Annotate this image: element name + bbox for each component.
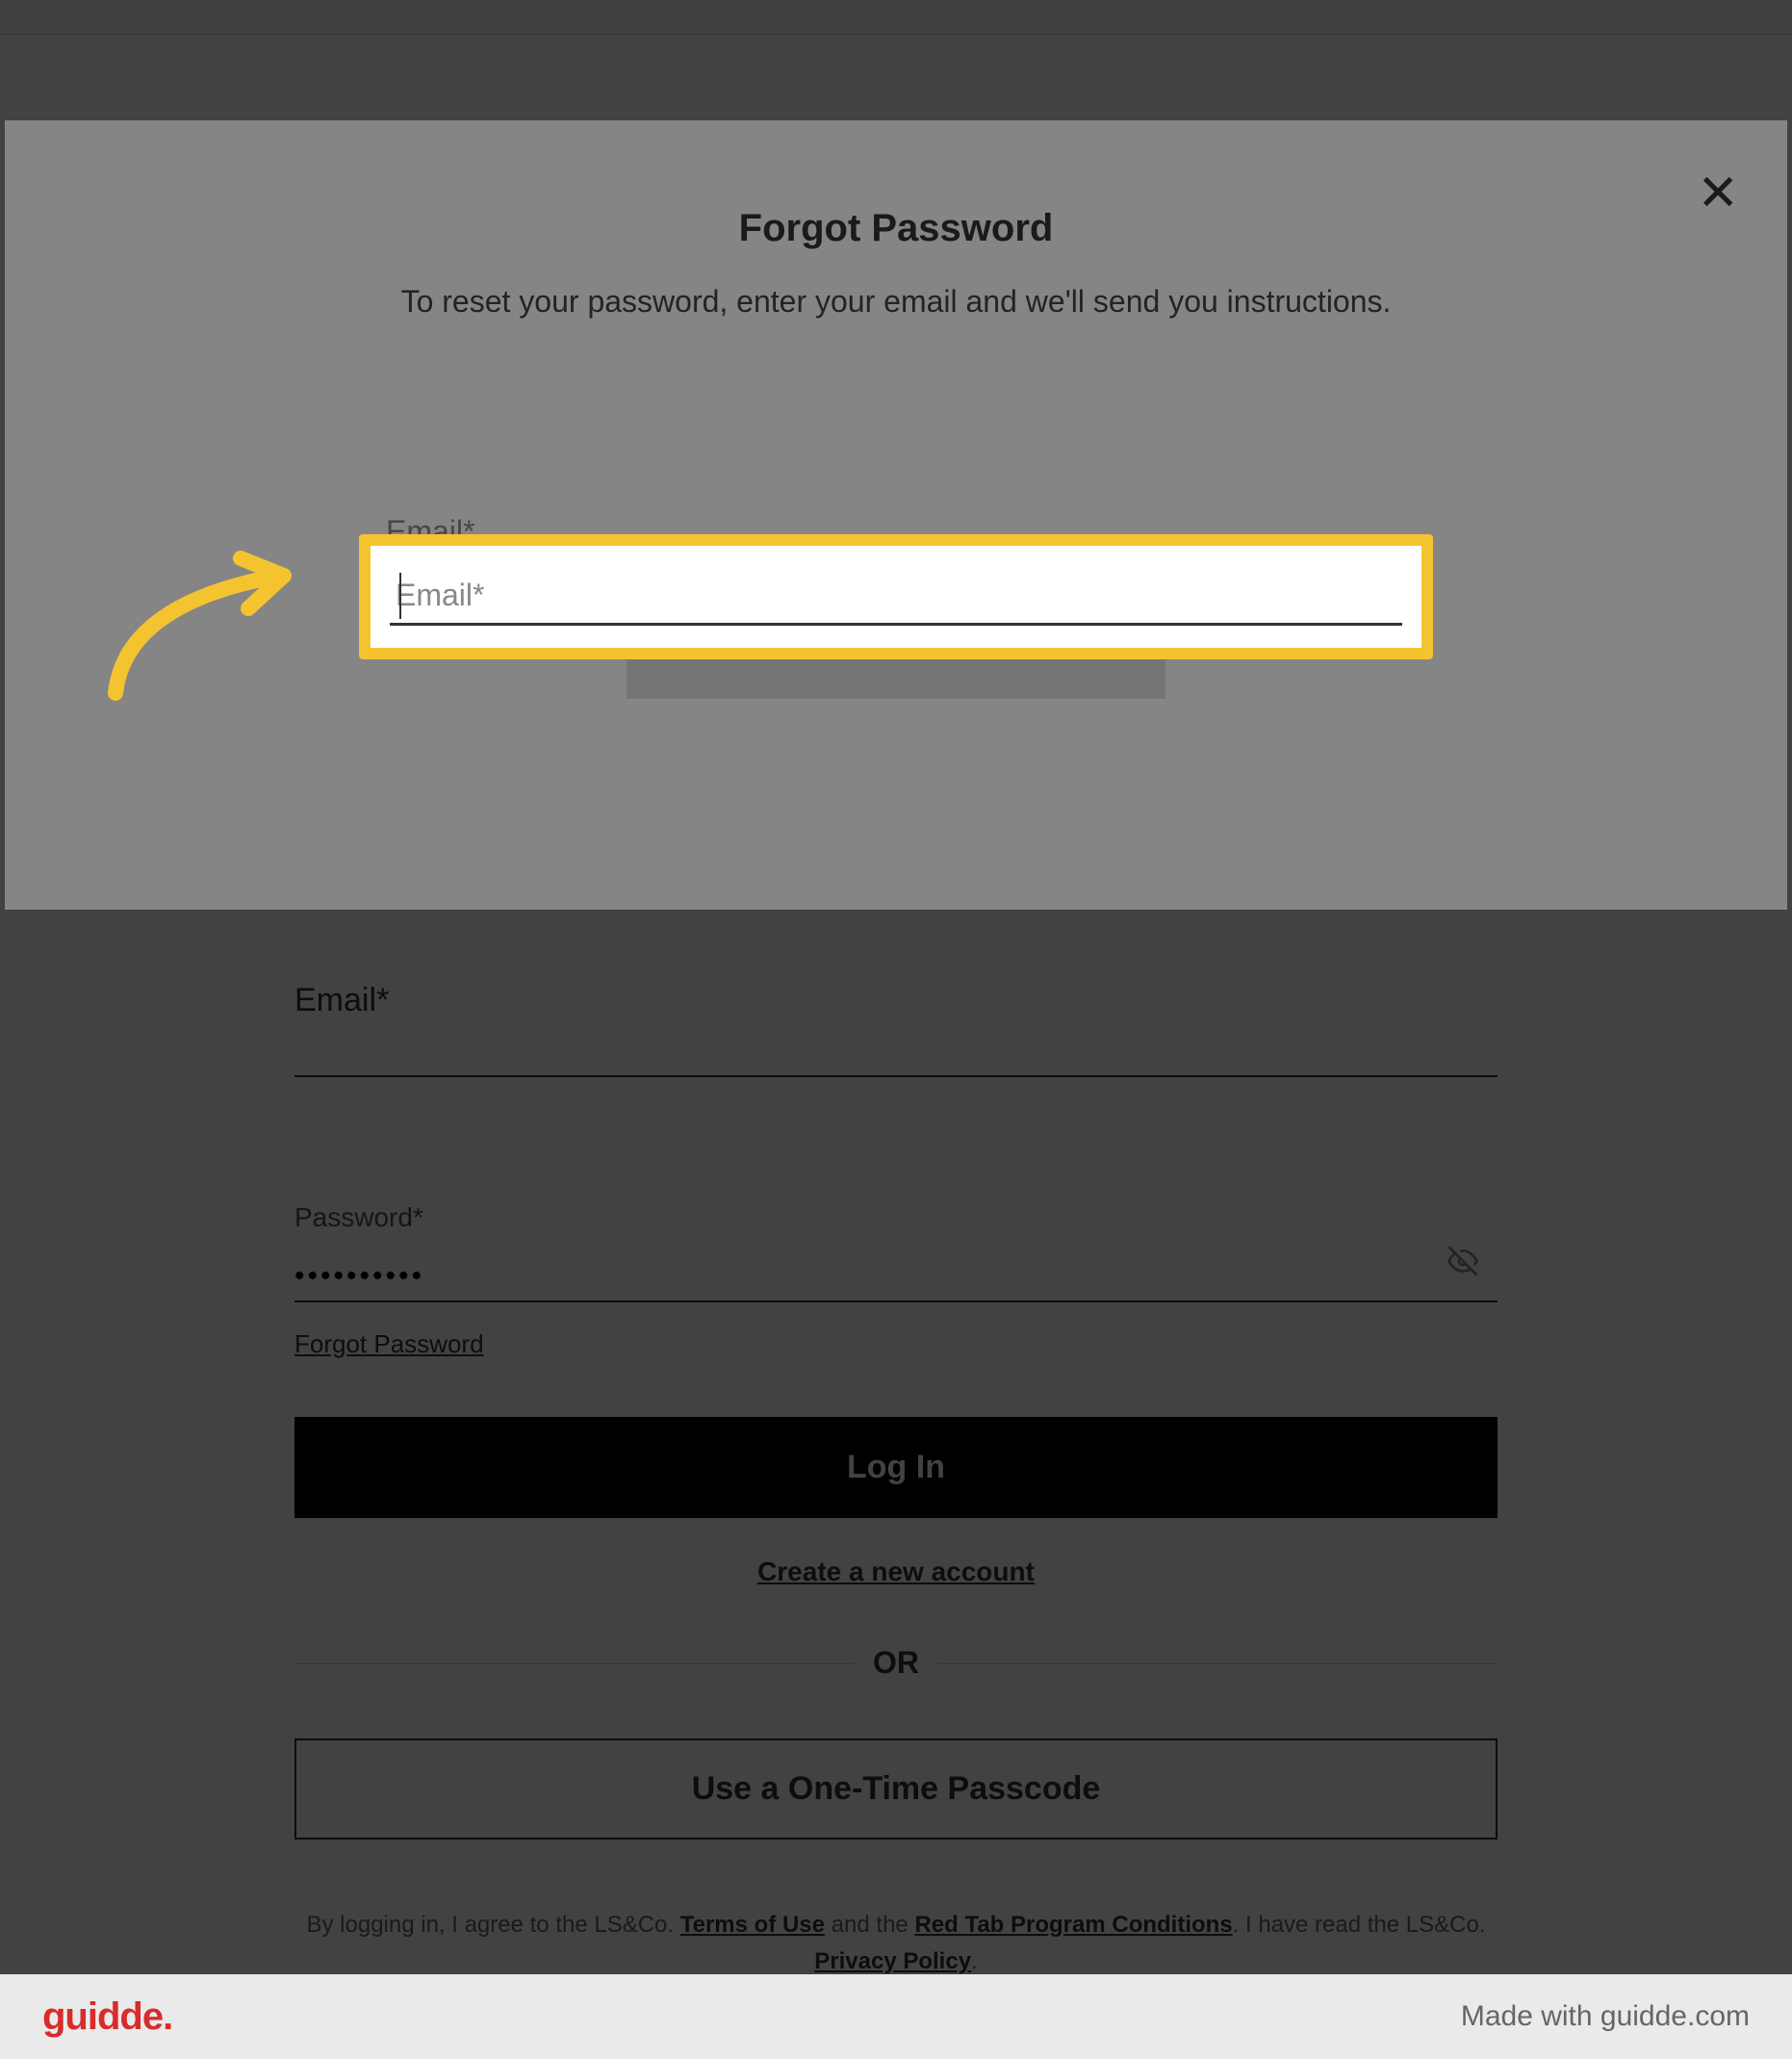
footer-bar: guidde. Made with guidde.com xyxy=(0,1974,1792,2059)
guidde-logo: guidde. xyxy=(42,1995,172,2039)
close-icon[interactable]: ✕ xyxy=(1697,168,1739,219)
modal-subtitle: To reset your password, enter your email… xyxy=(72,284,1720,320)
forgot-password-modal: ✕ Forgot Password To reset your password… xyxy=(5,120,1787,910)
made-with-text: Made with guidde.com xyxy=(1461,2000,1750,2033)
text-cursor xyxy=(399,573,401,619)
email-input-highlight xyxy=(359,534,1433,659)
modal-title: Forgot Password xyxy=(72,207,1720,250)
modal-email-input[interactable] xyxy=(390,568,1402,626)
